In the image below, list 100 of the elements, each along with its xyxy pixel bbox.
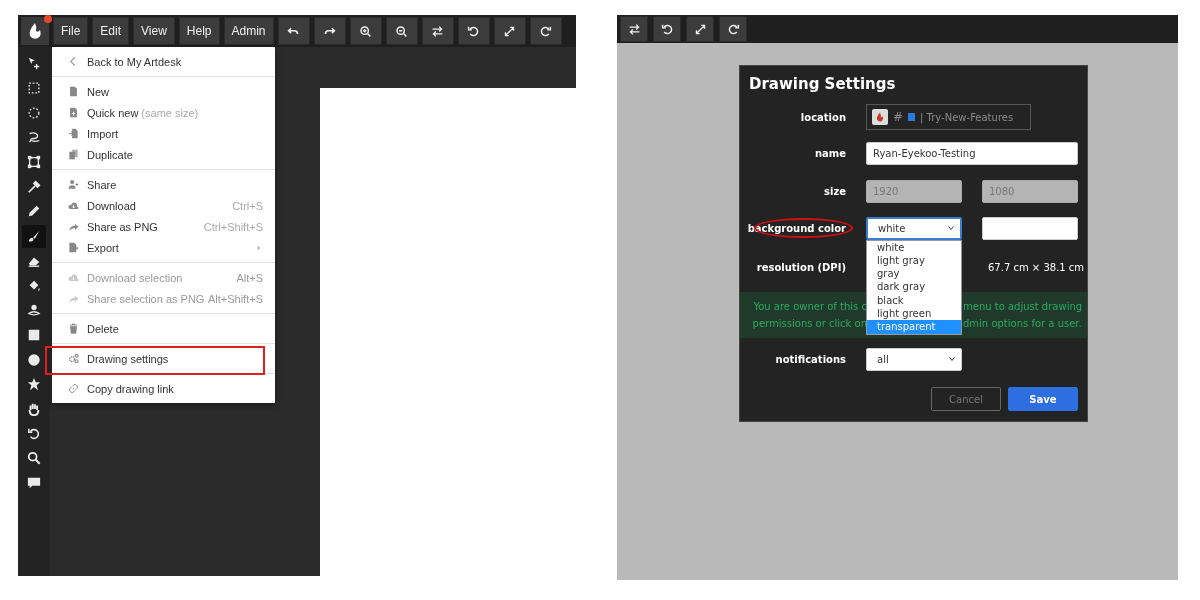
menu-item[interactable]: Copy drawing link bbox=[52, 378, 275, 399]
dropdown-option[interactable]: gray bbox=[867, 267, 961, 281]
refresh-button[interactable] bbox=[719, 16, 747, 42]
redo-button[interactable] bbox=[313, 17, 346, 45]
cloud-download-icon bbox=[68, 272, 79, 283]
swap-arrows-icon bbox=[627, 22, 641, 36]
message-text: permissions or click on bbox=[751, 317, 867, 331]
rotate-button[interactable] bbox=[653, 16, 681, 42]
menu-item[interactable]: Delete bbox=[52, 318, 275, 339]
caret-icon bbox=[948, 355, 956, 363]
share-arrow-icon bbox=[68, 221, 79, 232]
share-arrow-icon bbox=[68, 293, 79, 304]
field-label: name bbox=[814, 147, 846, 159]
field-label: size bbox=[824, 185, 846, 197]
dropdown-option[interactable]: black bbox=[867, 293, 961, 307]
eyedropper-icon bbox=[27, 179, 41, 194]
field-label: resolution (DPI) bbox=[756, 261, 846, 273]
caret-icon bbox=[947, 224, 955, 232]
location-field[interactable]: # | Try-New-Features bbox=[866, 104, 1031, 130]
copy-icon bbox=[68, 149, 79, 160]
avatar-icon bbox=[872, 109, 888, 125]
circle-icon bbox=[27, 352, 41, 367]
rotate-button[interactable] bbox=[457, 17, 490, 45]
pencil-icon bbox=[27, 204, 41, 219]
hand-icon bbox=[27, 401, 41, 416]
dropdown-option[interactable]: light green bbox=[867, 307, 961, 321]
channel-icon bbox=[908, 113, 916, 121]
menu-item[interactable]: Import bbox=[52, 123, 275, 144]
shortcut-text: Alt+S bbox=[236, 271, 263, 284]
shortcut-text: Ctrl+S bbox=[232, 199, 263, 212]
trash-icon bbox=[68, 323, 79, 334]
cloud-download-icon bbox=[68, 200, 79, 211]
message-text: dmin options for a user. bbox=[963, 317, 1083, 331]
color-dropdown[interactable]: white bbox=[866, 216, 962, 240]
menu-button[interactable]: File bbox=[53, 17, 89, 45]
menu-item[interactable]: Download Ctrl+S bbox=[52, 195, 275, 216]
document-icon bbox=[68, 86, 79, 97]
rotate-icon bbox=[467, 24, 481, 38]
dropdown-option[interactable]: white bbox=[867, 240, 961, 254]
zoom-out-icon bbox=[395, 24, 409, 38]
search-icon bbox=[27, 451, 41, 466]
name-field[interactable]: Ryan-Eyekoo-Testing bbox=[866, 141, 1078, 165]
expand-button[interactable] bbox=[493, 17, 526, 45]
swap-arrows-icon bbox=[431, 24, 445, 38]
hash-symbol: # bbox=[893, 110, 904, 124]
swap-arrows-button[interactable] bbox=[421, 17, 454, 45]
dialog-title: Drawing Settings bbox=[748, 75, 897, 95]
zoom-out-button[interactable] bbox=[385, 17, 418, 45]
app-logo-icon[interactable] bbox=[21, 17, 49, 45]
expand-button[interactable] bbox=[686, 16, 714, 42]
color-field[interactable] bbox=[982, 216, 1078, 240]
square-icon bbox=[27, 327, 41, 342]
user-add-icon bbox=[68, 179, 79, 190]
menu-item-note: (same size) bbox=[141, 106, 199, 119]
refresh-icon bbox=[726, 22, 740, 36]
undo-button[interactable] bbox=[277, 17, 310, 45]
menu-button[interactable]: Help bbox=[178, 17, 220, 45]
field-label: notifications bbox=[775, 353, 846, 365]
menu-item[interactable]: Duplicate bbox=[52, 144, 275, 165]
rotate-icon bbox=[660, 22, 674, 36]
zoom-in-button[interactable] bbox=[349, 17, 382, 45]
zoom-in-icon bbox=[359, 24, 373, 38]
menu-item[interactable]: Drawing settings bbox=[52, 348, 275, 369]
gears-icon bbox=[68, 353, 79, 364]
import-icon bbox=[68, 128, 79, 139]
submenu-arrow-icon bbox=[255, 243, 263, 252]
notifications-dropdown[interactable]: all bbox=[866, 347, 962, 371]
resolution-value: 67.7 cm × 38.1 cm bbox=[987, 261, 1085, 273]
undo-icon bbox=[27, 426, 41, 441]
lasso-icon bbox=[27, 130, 41, 145]
shortcut-text: Ctrl+Shift+S bbox=[203, 220, 263, 233]
expand-icon bbox=[503, 24, 517, 38]
shortcut-text: Alt+Shift+S bbox=[207, 292, 263, 305]
menu-item[interactable]: Quick new (same size) bbox=[52, 102, 275, 123]
menu-item[interactable]: New bbox=[52, 81, 275, 102]
expand-icon bbox=[693, 22, 707, 36]
message-text: menu to adjust drawing bbox=[963, 300, 1084, 314]
menu-button[interactable]: Edit bbox=[92, 17, 130, 45]
menu-item[interactable]: Share bbox=[52, 174, 275, 195]
move-tool-icon bbox=[27, 56, 41, 71]
refresh-icon bbox=[539, 24, 553, 38]
menu-item[interactable]: Share as PNG Ctrl+Shift+S bbox=[52, 216, 275, 237]
menu-item[interactable]: Export bbox=[52, 237, 275, 258]
swap-arrows-button[interactable] bbox=[620, 16, 648, 42]
message-text: You are owner of this c bbox=[752, 300, 867, 314]
ellipse-select-icon bbox=[27, 105, 41, 120]
menu-button[interactable]: View bbox=[133, 17, 175, 45]
menu-item[interactable]: Back to My Artdesk bbox=[52, 51, 275, 72]
link-icon bbox=[68, 383, 79, 394]
dropdown-option[interactable]: dark gray bbox=[867, 280, 961, 294]
brush-tool[interactable] bbox=[22, 224, 46, 248]
export-icon bbox=[68, 242, 79, 253]
save-button[interactable]: Save bbox=[1008, 387, 1078, 411]
rectangle-select-icon bbox=[27, 81, 41, 96]
paint-bucket-icon bbox=[27, 278, 41, 293]
cancel-button[interactable]: Cancel bbox=[931, 387, 1001, 411]
menu-button[interactable]: Admin bbox=[223, 17, 274, 45]
field-label: location bbox=[800, 111, 846, 123]
dropdown-option[interactable]: light gray bbox=[867, 253, 961, 268]
refresh-button[interactable] bbox=[529, 17, 562, 45]
